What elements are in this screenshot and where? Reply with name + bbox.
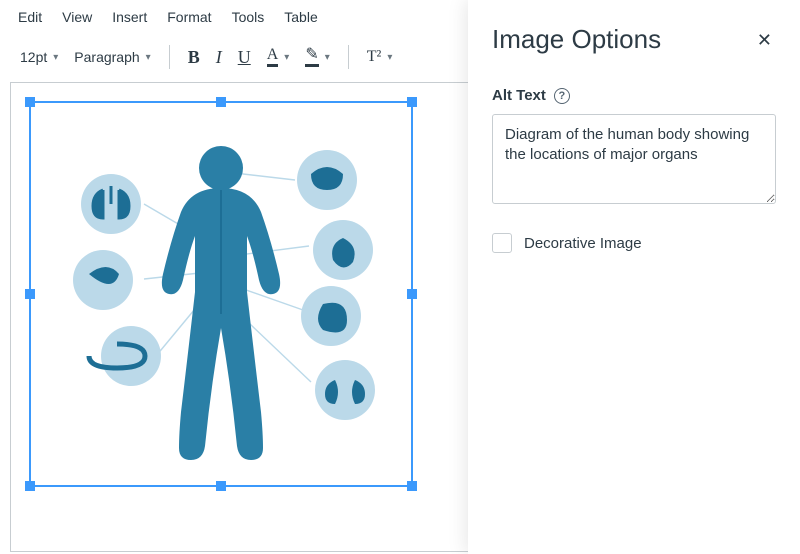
- decorative-image-checkbox[interactable]: Decorative Image: [492, 233, 776, 253]
- menu-edit[interactable]: Edit: [8, 3, 52, 31]
- underline-button[interactable]: U: [232, 43, 257, 72]
- font-size-label: 12pt: [20, 49, 47, 65]
- block-format-label: Paragraph: [74, 49, 139, 65]
- menu-table[interactable]: Table: [274, 3, 327, 31]
- menu-view[interactable]: View: [52, 3, 102, 31]
- superscript-icon: T²: [367, 48, 382, 66]
- selected-image[interactable]: [29, 101, 413, 487]
- text-color-button[interactable]: A ▾: [261, 43, 296, 71]
- underline-icon: U: [238, 47, 251, 68]
- checkbox-box[interactable]: [492, 233, 512, 253]
- resize-handle-bl[interactable]: [25, 481, 35, 491]
- resize-handle-tm[interactable]: [216, 97, 226, 107]
- chevron-down-icon: ▾: [53, 52, 58, 63]
- alt-text-label-text: Alt Text: [492, 87, 546, 104]
- highlight-button[interactable]: ✎ ▾: [299, 43, 335, 71]
- font-size-dropdown[interactable]: 12pt ▾: [14, 45, 64, 69]
- toolbar-separator: [348, 45, 349, 69]
- chevron-down-icon: ▾: [146, 52, 151, 63]
- block-format-dropdown[interactable]: Paragraph ▾: [68, 45, 156, 69]
- chevron-down-icon: ▾: [284, 52, 289, 63]
- alt-text-input[interactable]: [492, 114, 776, 204]
- italic-button[interactable]: I: [210, 43, 228, 72]
- image-illustration: [31, 103, 411, 485]
- chevron-down-icon: ▾: [325, 52, 330, 63]
- resize-handle-tr[interactable]: [407, 97, 417, 107]
- menu-tools[interactable]: Tools: [222, 3, 275, 31]
- superscript-button[interactable]: T² ▾: [361, 44, 399, 70]
- help-icon[interactable]: ?: [554, 88, 570, 104]
- menu-format[interactable]: Format: [157, 3, 221, 31]
- image-options-panel: Image Options ✕ Alt Text ? Decorative Im…: [468, 0, 800, 554]
- resize-handle-mr[interactable]: [407, 289, 417, 299]
- resize-handle-ml[interactable]: [25, 289, 35, 299]
- bold-button[interactable]: B: [182, 43, 206, 72]
- toolbar-separator: [169, 45, 170, 69]
- italic-icon: I: [216, 47, 222, 68]
- chevron-down-icon: ▾: [387, 52, 392, 63]
- resize-handle-tl[interactable]: [25, 97, 35, 107]
- text-color-icon: A: [267, 47, 279, 67]
- panel-title: Image Options: [492, 24, 661, 55]
- alt-text-label: Alt Text ?: [492, 87, 776, 104]
- highlight-icon: ✎: [305, 47, 318, 67]
- close-icon[interactable]: ✕: [753, 27, 776, 53]
- resize-handle-br[interactable]: [407, 481, 417, 491]
- bold-icon: B: [188, 47, 200, 68]
- decorative-image-label: Decorative Image: [524, 235, 642, 252]
- menu-insert[interactable]: Insert: [102, 3, 157, 31]
- resize-handle-bm[interactable]: [216, 481, 226, 491]
- human-body-diagram-icon: [31, 104, 411, 484]
